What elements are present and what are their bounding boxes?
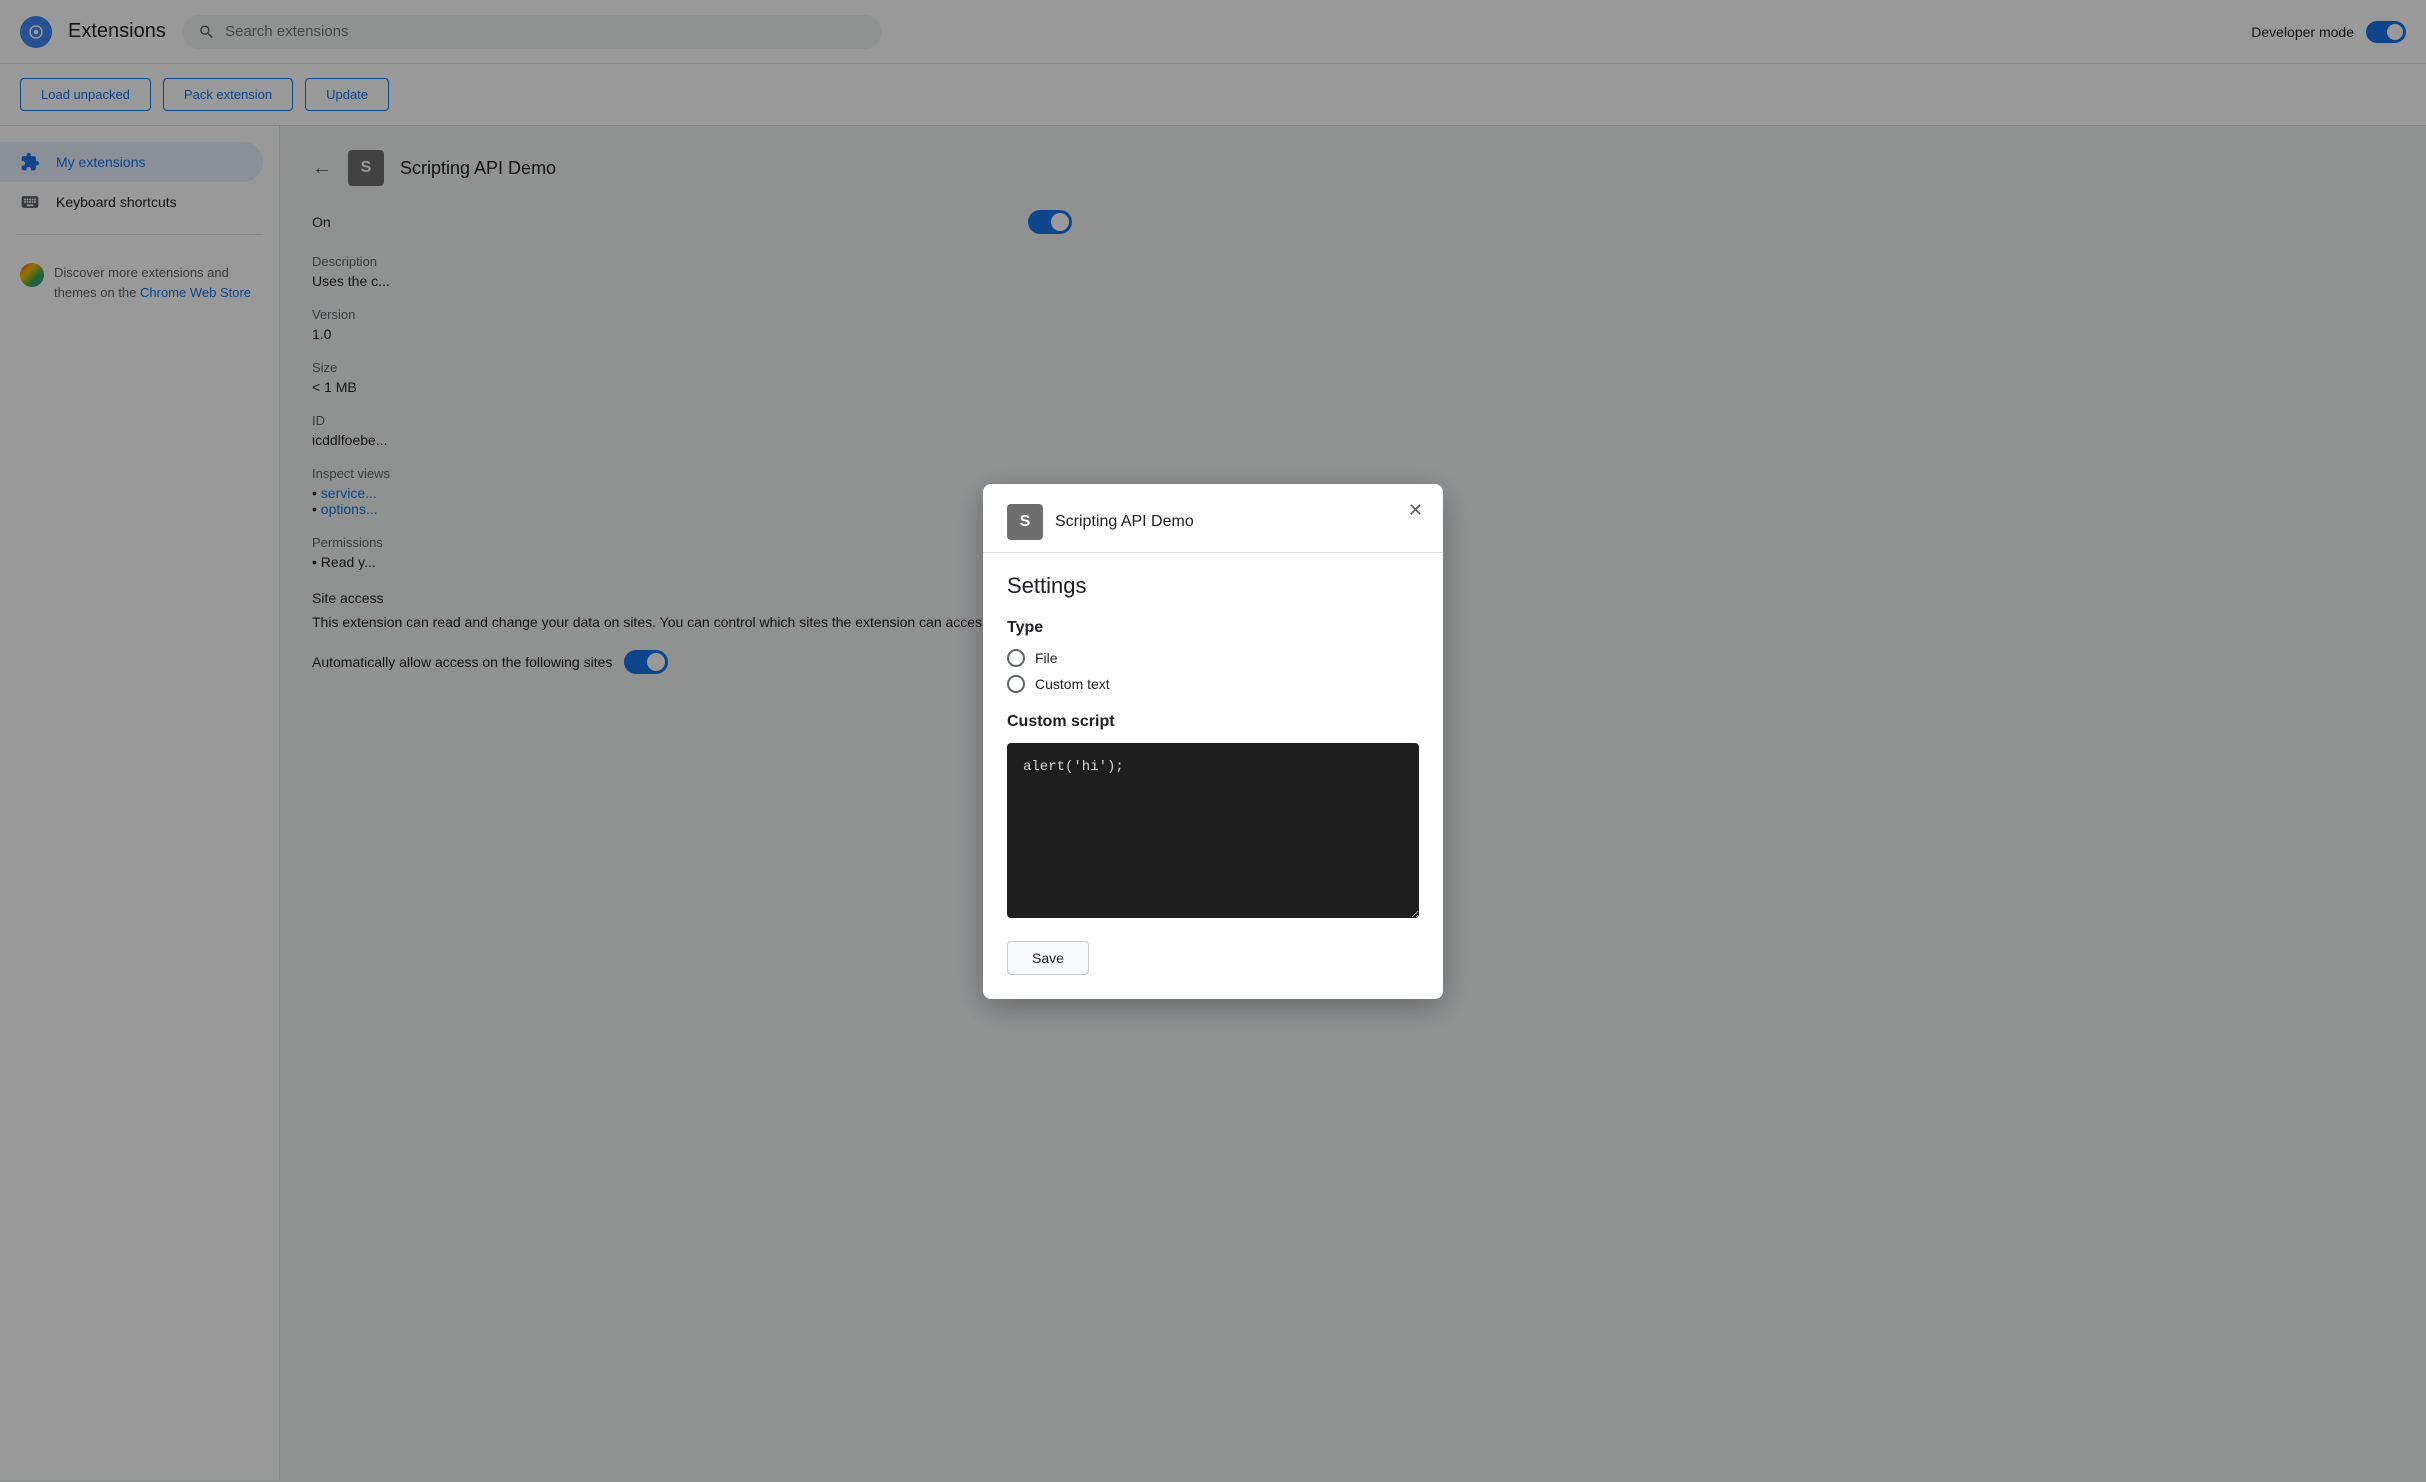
dialog-close-button[interactable]: ✕ [1408, 500, 1423, 521]
code-editor[interactable] [1007, 743, 1419, 918]
radio-file-circle [1007, 649, 1025, 667]
radio-custom-text-circle [1007, 675, 1025, 693]
radio-file[interactable]: File [1007, 649, 1419, 667]
dialog-settings-title: Settings [1007, 573, 1419, 599]
custom-script-title: Custom script [1007, 713, 1419, 731]
type-section-title: Type [1007, 619, 1419, 637]
settings-dialog: S Scripting API Demo ✕ Settings Type Fil… [983, 484, 1443, 999]
modal-overlay[interactable]: S Scripting API Demo ✕ Settings Type Fil… [0, 0, 2426, 1482]
radio-custom-text[interactable]: Custom text [1007, 675, 1419, 693]
radio-custom-text-label: Custom text [1035, 676, 1110, 692]
type-radio-group: File Custom text [1007, 649, 1419, 693]
dialog-body: Settings Type File Custom text Custom sc… [983, 553, 1443, 999]
dialog-ext-name: Scripting API Demo [1055, 513, 1194, 531]
radio-file-label: File [1035, 650, 1058, 666]
save-button[interactable]: Save [1007, 941, 1089, 975]
dialog-header: S Scripting API Demo ✕ [983, 484, 1443, 553]
dialog-ext-icon: S [1007, 504, 1043, 540]
